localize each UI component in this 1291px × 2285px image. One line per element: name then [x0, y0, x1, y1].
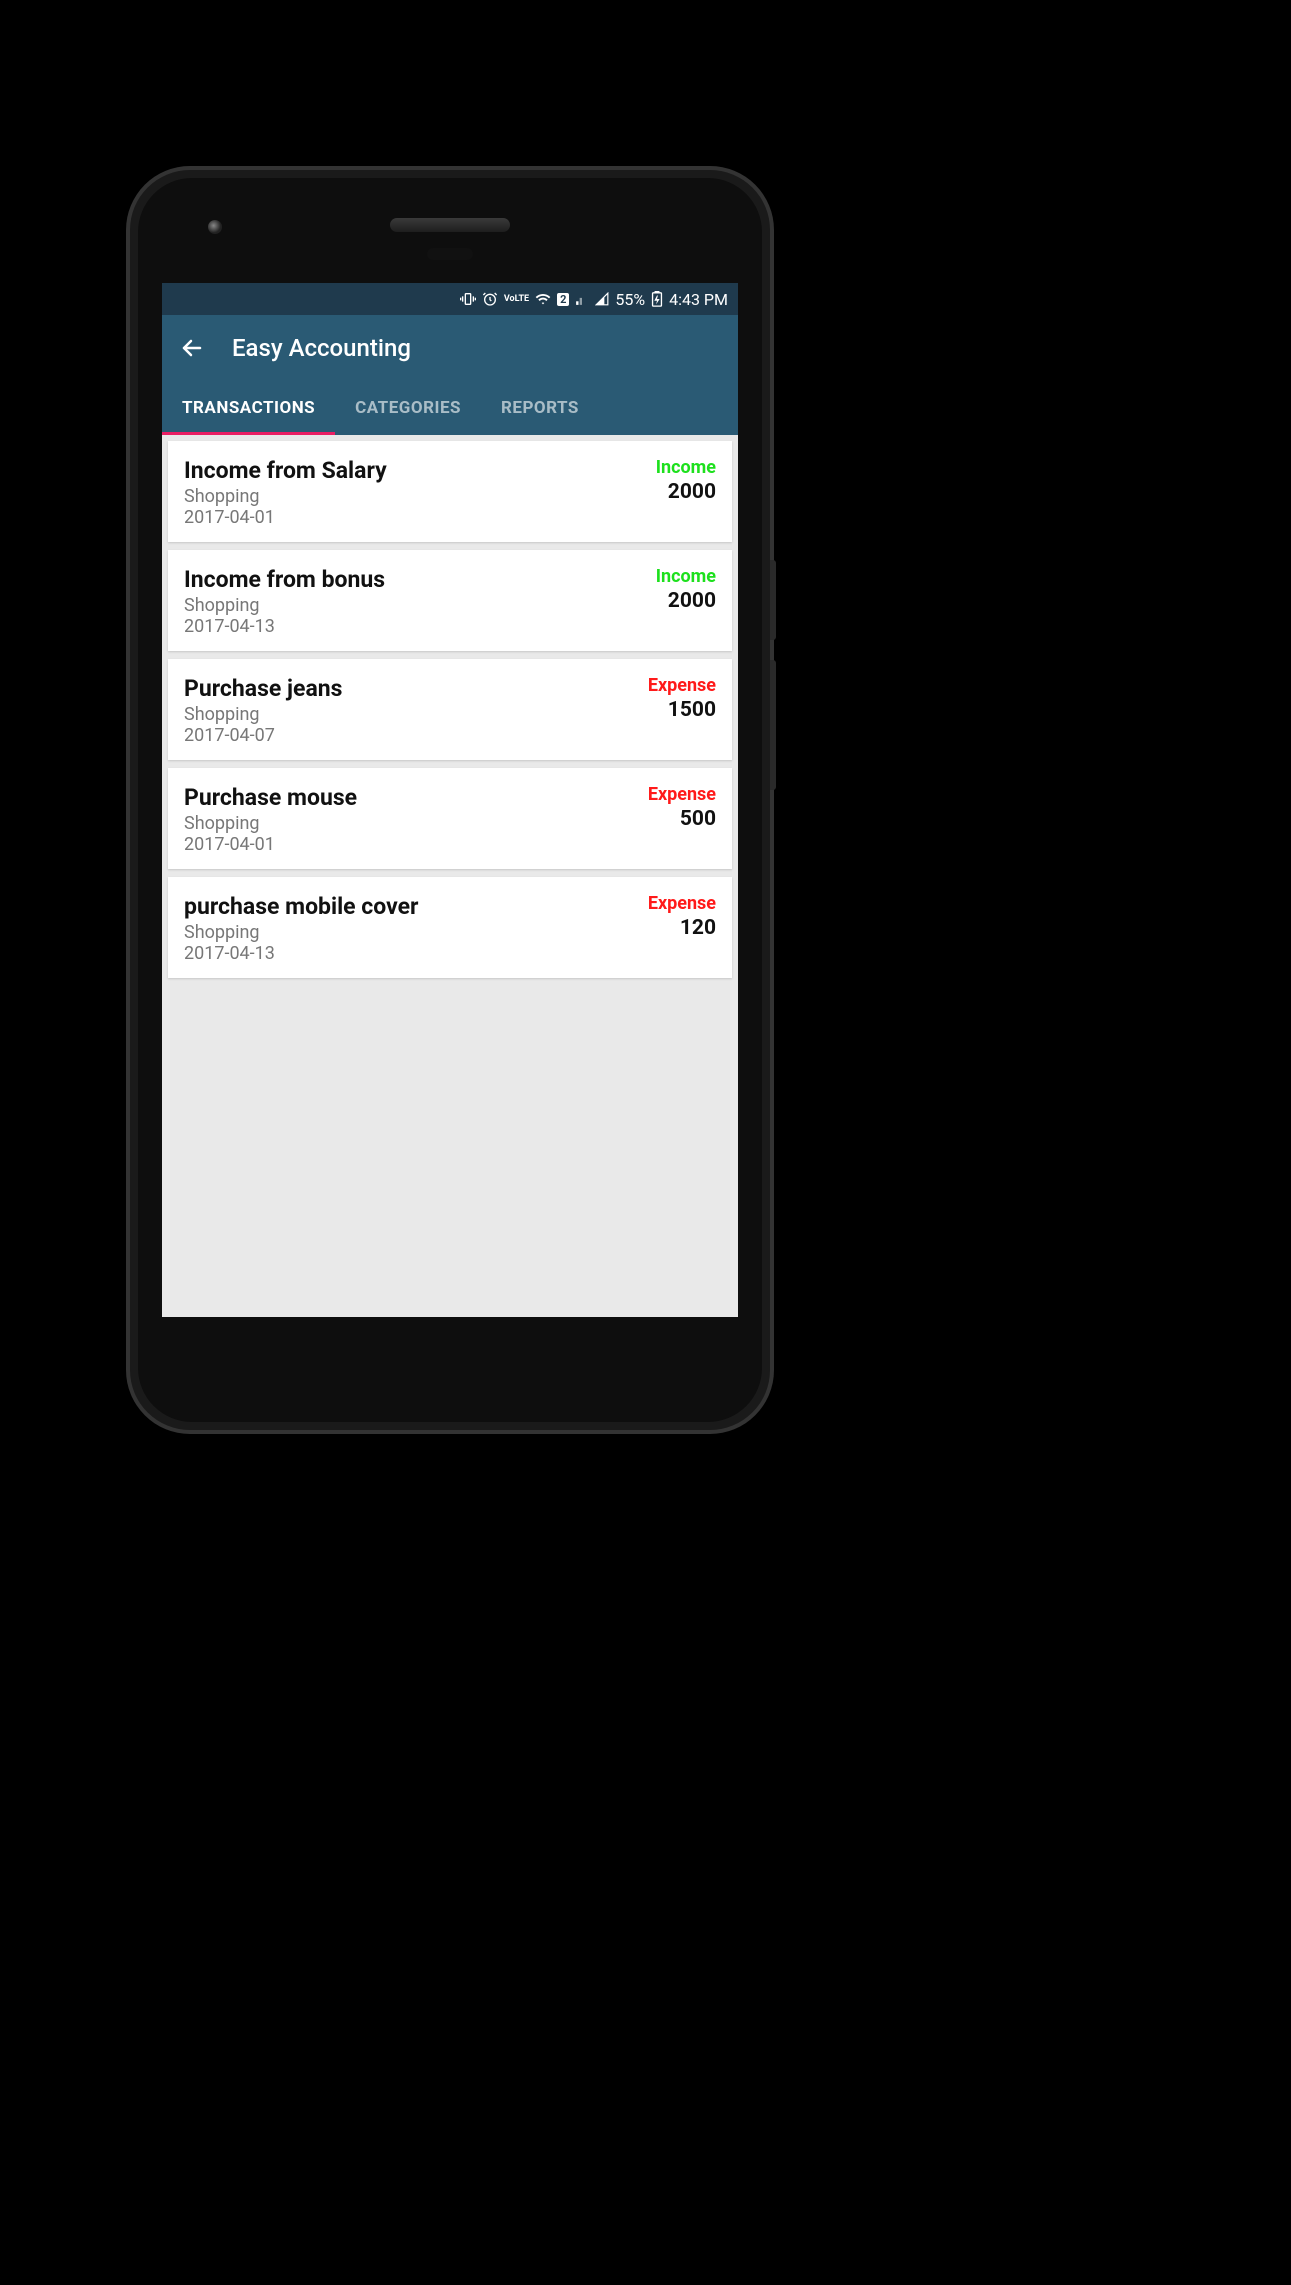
proximity-sensor [427, 248, 473, 260]
signal1-icon [575, 292, 589, 306]
alarm-icon [482, 291, 498, 307]
tab-label: CATEGORIES [355, 398, 461, 418]
transaction-date: 2017-04-13 [184, 943, 638, 964]
vibrate-icon [460, 291, 476, 307]
transaction-amount: 2000 [656, 480, 716, 504]
transaction-category: Shopping [184, 595, 646, 616]
phone-bezel: VoLTE 2 55% 4:43 PM [138, 178, 762, 1422]
tab-transactions[interactable]: TRANSACTIONS [162, 381, 335, 435]
app-bar: Easy Accounting [162, 315, 738, 381]
transaction-type: Expense [648, 675, 716, 696]
app-title: Easy Accounting [232, 334, 411, 362]
transaction-type: Income [656, 566, 716, 587]
transaction-row[interactable]: Income from Salary Shopping 2017-04-01 I… [168, 441, 732, 542]
transaction-date: 2017-04-01 [184, 834, 638, 855]
volume-button [770, 560, 776, 640]
transaction-row[interactable]: Income from bonus Shopping 2017-04-13 In… [168, 550, 732, 651]
battery-icon [651, 291, 663, 307]
transaction-amount: 1500 [648, 698, 716, 722]
transaction-type: Expense [648, 893, 716, 914]
transaction-title: Income from bonus [184, 566, 646, 593]
front-camera [208, 220, 222, 234]
transaction-title: Purchase mouse [184, 784, 638, 811]
tab-categories[interactable]: CATEGORIES [335, 381, 481, 435]
transaction-amount: 2000 [656, 589, 716, 613]
transaction-title: purchase mobile cover [184, 893, 638, 920]
tab-label: REPORTS [501, 398, 579, 418]
sim-badge: 2 [557, 293, 569, 306]
screen: VoLTE 2 55% 4:43 PM [162, 283, 738, 1317]
transaction-category: Shopping [184, 704, 638, 725]
wifi-icon [535, 291, 551, 307]
transaction-row[interactable]: purchase mobile cover Shopping 2017-04-1… [168, 877, 732, 978]
clock-text: 4:43 PM [669, 290, 728, 309]
phone-frame: VoLTE 2 55% 4:43 PM [130, 170, 770, 1430]
transaction-type: Expense [648, 784, 716, 805]
battery-text: 55% [615, 290, 645, 309]
transaction-date: 2017-04-07 [184, 725, 638, 746]
tab-label: TRANSACTIONS [182, 398, 315, 418]
back-button[interactable] [180, 336, 204, 360]
tab-bar: TRANSACTIONS CATEGORIES REPORTS [162, 381, 738, 435]
transaction-date: 2017-04-13 [184, 616, 646, 637]
transaction-date: 2017-04-01 [184, 507, 646, 528]
volte-icon: VoLTE [504, 295, 529, 303]
transaction-amount: 120 [648, 916, 716, 940]
status-bar: VoLTE 2 55% 4:43 PM [162, 283, 738, 315]
earpiece-speaker [390, 218, 510, 232]
transaction-amount: 500 [648, 807, 716, 831]
signal2-icon [595, 292, 609, 306]
power-button [770, 660, 776, 790]
transaction-type: Income [656, 457, 716, 478]
transaction-category: Shopping [184, 922, 638, 943]
transaction-row[interactable]: Purchase mouse Shopping 2017-04-01 Expen… [168, 768, 732, 869]
transaction-title: Income from Salary [184, 457, 646, 484]
tab-reports[interactable]: REPORTS [481, 381, 599, 435]
transactions-list[interactable]: Income from Salary Shopping 2017-04-01 I… [162, 435, 738, 1317]
transaction-category: Shopping [184, 486, 646, 507]
transaction-row[interactable]: Purchase jeans Shopping 2017-04-07 Expen… [168, 659, 732, 760]
transaction-title: Purchase jeans [184, 675, 638, 702]
transaction-category: Shopping [184, 813, 638, 834]
